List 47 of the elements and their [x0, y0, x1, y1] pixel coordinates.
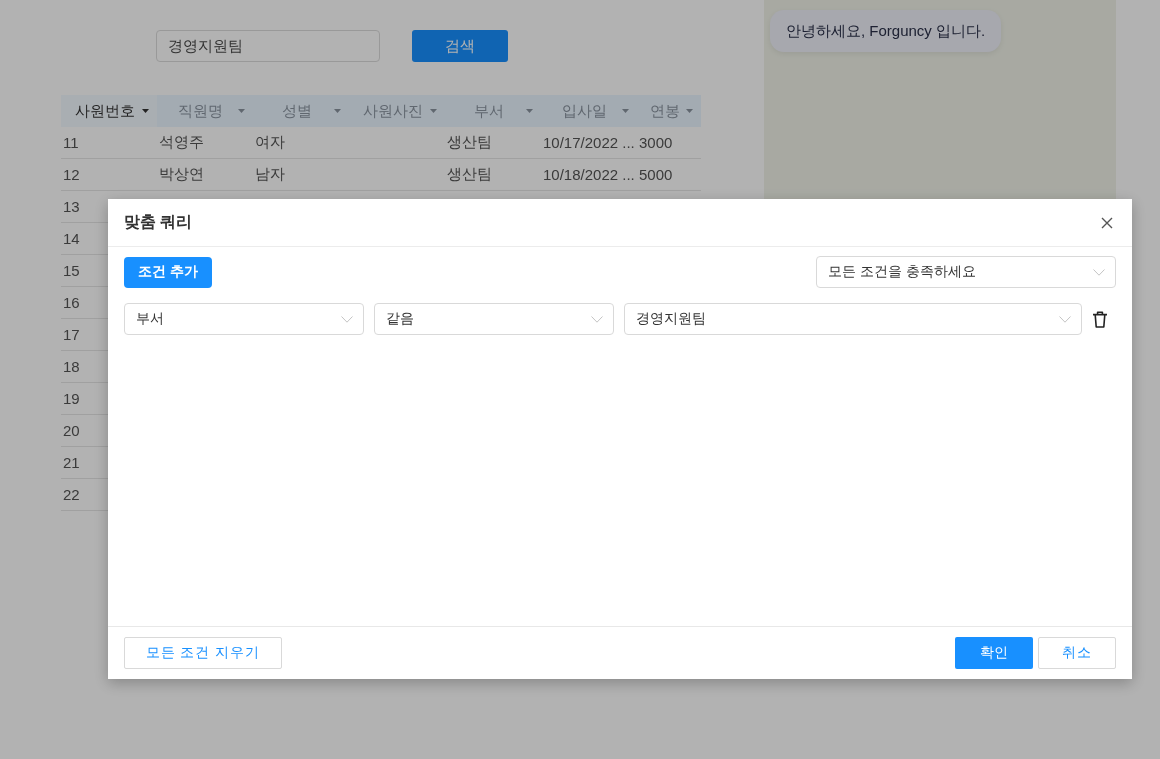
add-condition-button[interactable]: 조건 추가	[124, 256, 212, 288]
table-cell-text: 14	[62, 230, 80, 247]
value-select[interactable]: 경영지원팀	[624, 303, 1082, 335]
table-cell-text: 남자	[254, 165, 285, 184]
table-cell-text: 석영주	[158, 133, 204, 152]
clear-conditions-button[interactable]: 모든 조건 지우기	[124, 637, 282, 669]
table-cell-text: 12	[62, 166, 80, 183]
table-cell-text: 18	[62, 358, 80, 375]
operator-select[interactable]: 같음	[374, 303, 614, 335]
table-cell-text: 여자	[254, 133, 285, 152]
column-header[interactable]: 사원사진	[349, 95, 445, 127]
cancel-button[interactable]: 취소	[1038, 637, 1116, 669]
chevron-down-icon	[1093, 268, 1105, 276]
ok-button[interactable]: 확인	[955, 637, 1033, 669]
table-cell-text: 19	[62, 390, 80, 407]
chevron-down-icon	[341, 315, 353, 323]
table-cell-text: 21	[62, 454, 80, 471]
dialog-title: 맞춤 쿼리	[124, 212, 193, 232]
table-cell-text: 11	[62, 134, 79, 151]
field-select[interactable]: 부서	[124, 303, 364, 335]
table-cell-text: 20	[62, 422, 80, 439]
column-header[interactable]: 부서	[445, 95, 541, 127]
table-cell-text: 3000	[638, 134, 673, 151]
column-header[interactable]: 성별	[253, 95, 349, 127]
column-header[interactable]: 직원명	[157, 95, 253, 127]
table-cell-text: 13	[62, 198, 80, 215]
match-mode-select[interactable]: 모든 조건을 충족하세요	[816, 256, 1116, 288]
table-cell-text: 박상연	[158, 165, 204, 184]
table-cell-text: 15	[62, 262, 80, 279]
column-header[interactable]: 사원번호	[61, 95, 157, 127]
search-field[interactable]: 경영지원팀	[156, 30, 380, 62]
table-cell-text: 17	[62, 326, 80, 343]
chevron-down-icon	[591, 315, 603, 323]
trash-icon[interactable]	[1092, 310, 1108, 328]
table-cell-text: 22	[62, 486, 80, 503]
table-cell-text: 5000	[638, 166, 673, 183]
table-cell-text: 생산팀	[446, 165, 492, 184]
table-cell-text: 16	[62, 294, 80, 311]
chevron-down-icon	[1059, 315, 1071, 323]
column-header[interactable]: 입사일	[541, 95, 637, 127]
column-header[interactable]: 연봉	[637, 95, 701, 127]
caret-down-icon[interactable]	[142, 109, 149, 113]
search-button[interactable]: 검색	[412, 30, 508, 62]
table-cell-text: 생산팀	[446, 133, 492, 152]
table-cell-text: 10/18/2022 ...	[542, 166, 635, 183]
chat-message: 안녕하세요, Forguncy 입니다.	[770, 10, 1002, 52]
table-cell-text: 10/17/2022 ...	[542, 134, 635, 151]
